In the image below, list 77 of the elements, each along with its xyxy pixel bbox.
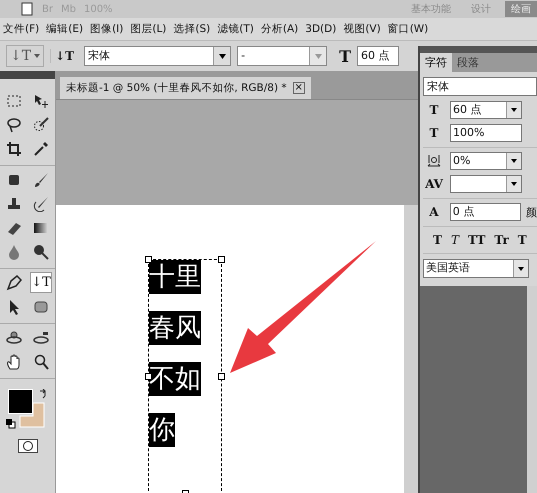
- font-family-select[interactable]: 宋体: [423, 77, 537, 96]
- language-select[interactable]: 美国英语: [423, 259, 529, 278]
- rounded-rectangle-icon: [33, 298, 49, 314]
- selected-text: 不如: [149, 362, 201, 396]
- text-orientation-button[interactable]: ↓T: [50, 49, 78, 63]
- selected-text: 十里: [149, 260, 201, 294]
- tool-preset-button[interactable]: ↓T: [6, 45, 44, 67]
- close-tab-button[interactable]: ×: [292, 82, 305, 94]
- stamp-icon: [6, 196, 22, 212]
- menu-item[interactable]: 分析(A): [260, 22, 298, 36]
- selected-text: 春风: [149, 311, 201, 345]
- caret-icon: [511, 182, 517, 186]
- text-style-button[interactable]: Tr: [494, 233, 509, 247]
- input-field[interactable]: 0 点: [450, 203, 521, 221]
- resize-handle[interactable]: [218, 373, 225, 380]
- caret-icon: [314, 54, 322, 58]
- scrollbar[interactable]: [404, 205, 418, 493]
- font-size-field[interactable]: 60 点: [356, 46, 399, 66]
- text-style-button[interactable]: T: [450, 233, 459, 247]
- input-field[interactable]: 0%: [450, 152, 522, 170]
- dashed-rectangle-icon: [6, 92, 22, 108]
- input-field[interactable]: [450, 175, 522, 193]
- hand-icon: [6, 354, 22, 370]
- caret-icon: [511, 108, 517, 112]
- font-family-select[interactable]: 宋体: [84, 46, 232, 66]
- text-style-button[interactable]: T: [518, 233, 527, 247]
- field-icon: A: [423, 205, 445, 219]
- caret-icon: [518, 266, 524, 270]
- caret-icon: [218, 54, 226, 58]
- field-icon: AV: [423, 177, 445, 191]
- tracking-icon: [426, 153, 442, 169]
- toolbox-header: [0, 71, 55, 79]
- panel-tab[interactable]: 段落: [452, 53, 484, 72]
- field-label: 颜: [526, 204, 537, 220]
- pen-icon: [6, 274, 22, 290]
- panel-tab[interactable]: 字符: [420, 53, 452, 72]
- selected-text: 你: [149, 413, 175, 447]
- orbit-3d-icon: [33, 330, 49, 346]
- menu-item[interactable]: 文件(F): [3, 22, 40, 36]
- text-style-button[interactable]: TT: [468, 233, 486, 247]
- caret-icon: [511, 159, 517, 163]
- default-colors-icon[interactable]: [6, 419, 16, 429]
- swap-colors-icon[interactable]: [38, 389, 48, 399]
- selection-brush-icon: [33, 116, 49, 132]
- foreground-color-swatch[interactable]: [8, 389, 32, 414]
- input-field[interactable]: 100%: [450, 124, 522, 142]
- text-style-button[interactable]: T: [433, 233, 442, 247]
- rotate-3d-icon: [6, 330, 22, 346]
- menu-item[interactable]: 滤镜(T): [217, 22, 254, 36]
- caret-icon: [34, 54, 40, 58]
- font-size-label: T: [339, 46, 351, 66]
- background-color-swatch[interactable]: [19, 402, 44, 428]
- document-icon[interactable]: [20, 2, 34, 16]
- eyedropper-icon: [33, 140, 49, 156]
- resize-handle[interactable]: [218, 256, 225, 263]
- menu-item[interactable]: 窗口(W): [388, 22, 428, 36]
- menu-item[interactable]: 3D(D): [305, 23, 336, 35]
- field-icon: T: [423, 103, 445, 117]
- menu-item[interactable]: 选择(S): [173, 22, 210, 36]
- document-tab[interactable]: 未标题-1 @ 50% (十里春风不如你, RGB/8) * ×: [60, 77, 311, 99]
- menu-item[interactable]: 图像(I): [90, 22, 124, 36]
- zoom-icon: [33, 354, 49, 370]
- burn-tool-icon: [33, 244, 49, 260]
- resize-handle[interactable]: [145, 256, 152, 263]
- input-field[interactable]: 60 点: [450, 101, 522, 119]
- menu-item[interactable]: 视图(V): [343, 22, 381, 36]
- text-bounding-box[interactable]: 十里 春风 不如 你: [148, 259, 222, 493]
- type-tool-button[interactable]: ↓T: [30, 272, 52, 293]
- move-arrow-icon: [33, 92, 49, 108]
- quick-mask-icon[interactable]: [18, 439, 38, 453]
- drop-icon: [6, 244, 22, 260]
- font-style-select[interactable]: -: [237, 46, 328, 66]
- menu-item[interactable]: 图层(L): [130, 22, 166, 36]
- lasso-icon: [6, 116, 22, 132]
- crop-icon: [6, 140, 22, 156]
- menu-item[interactable]: 编辑(E): [46, 22, 84, 36]
- field-icon: T: [423, 126, 445, 140]
